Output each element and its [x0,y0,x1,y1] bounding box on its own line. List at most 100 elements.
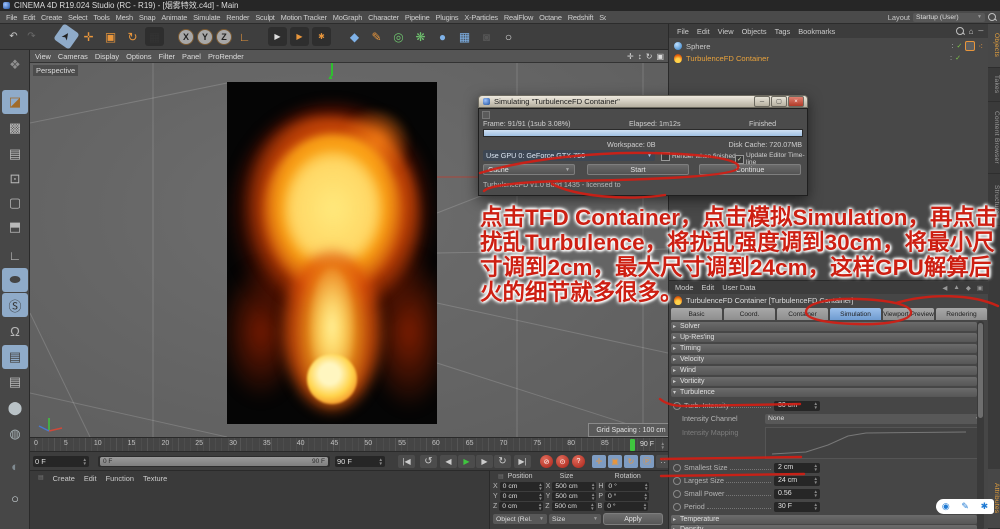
add-field-button[interactable]: ● [433,27,452,46]
scale-tool[interactable]: ▣ [101,27,120,46]
redo-button[interactable]: ↷ [24,27,39,46]
menu-file[interactable]: File [6,13,17,22]
intensity-channel-dropdown[interactable]: None ▼ [765,413,983,424]
small-power-field[interactable]: 0.56 [774,488,820,499]
section-velocity[interactable]: Velocity [671,355,977,364]
lock-y-axis-button[interactable]: Y [197,28,213,45]
capture-pen-icon[interactable]: ✎ [961,501,969,512]
tab-content-browser[interactable]: Content Browser [988,102,1000,174]
viewport-menu-panel[interactable]: Panel [182,52,201,61]
om-menu-edit[interactable]: Edit [697,27,710,36]
play-backwards-button[interactable]: ↺ [420,455,437,468]
menu-edit[interactable]: Edit [23,13,35,22]
menu-snap[interactable]: Snap [139,13,156,22]
last-tool-icon[interactable]: ▦ [145,27,164,46]
previous-frame-button[interactable]: ◀ [440,455,457,468]
object-name[interactable]: TurbulenceFD Container [686,54,769,63]
menu-redshift[interactable]: Redshift [568,13,594,22]
menu-script[interactable]: Script [599,13,606,22]
material-menu-create[interactable]: Create [53,474,75,483]
turb-intensity-field[interactable]: 30 cm [774,400,820,411]
section-turbulence[interactable]: Turbulence [671,388,977,397]
period-field[interactable]: 30 F [774,501,820,512]
live-selection-tool[interactable]: ➤ [53,23,80,50]
zoom-view-icon[interactable]: ↕ [638,52,642,61]
size-z-field[interactable]: 500 cm [551,502,596,511]
viewport-menu-prorender[interactable]: ProRender [208,52,244,61]
enabled-check-icon[interactable]: ✓ [956,42,962,50]
tfd-emitter-tag-icon[interactable] [965,41,976,51]
add-deformer-button[interactable]: ❋ [411,27,430,46]
workplane-options-icon[interactable]: ▤ [2,370,28,394]
add-generator-button[interactable]: ◎ [389,27,408,46]
playhead[interactable] [630,439,635,451]
viewport-menu-view[interactable]: View [35,52,51,61]
loop-button[interactable]: ↻ [494,455,511,468]
magnet-snap-icon[interactable]: Ω [2,319,28,343]
tab-takes[interactable]: Takes [988,68,1000,102]
size-y-field[interactable]: 500 cm [552,492,597,501]
om-minus-icon[interactable]: ─ [978,28,983,35]
size-mode-dropdown[interactable]: Size ▼ [549,514,601,524]
om-menu-tags[interactable]: Tags [775,27,791,36]
material-menu-texture[interactable]: Texture [143,474,167,483]
toggle-view-icon[interactable]: ▣ [656,52,664,61]
object-name[interactable]: Sphere [686,42,711,51]
range-end-field[interactable]: 90 F [335,456,385,467]
material-menu-edit[interactable]: Edit [84,474,97,483]
om-search-icon[interactable] [955,27,964,35]
tab-basic[interactable]: Basic [671,308,722,320]
dialog-maximize-button[interactable]: ▢ [771,96,787,107]
render-settings-button[interactable]: ✱ [312,27,331,46]
record-keyframe-button[interactable]: ⊘ [540,455,553,468]
viewport-menu-filter[interactable]: Filter [159,52,175,61]
dialog-minimize-button[interactable]: ─ [754,96,770,107]
viewport-menu-cameras[interactable]: Cameras [58,52,88,61]
timeline-ruler[interactable]: 05 10 15 20 25 30 35 40 45 50 55 60 65 70 75 80… [30,437,668,452]
start-button[interactable]: Start [587,164,689,175]
capture-settings-icon[interactable]: ✱ [981,501,989,512]
lock-x-axis-button[interactable]: X [178,28,194,45]
section-vorticity[interactable]: Vorticity [671,377,977,386]
dialog-title-bar[interactable]: Simulating "TurbulenceFD Container" ─ ▢ … [478,95,808,108]
apply-button[interactable]: Apply [603,513,663,525]
material-sphere2-icon[interactable]: ◍ [2,422,28,446]
points-mode-icon[interactable]: ⊡ [2,167,28,191]
menu-tools[interactable]: Tools [93,13,109,22]
tab-objects[interactable]: Objects [988,24,1000,68]
add-camera-button[interactable]: ◙ [477,27,496,46]
layout-dropdown[interactable]: Startup (User) ▼ [913,12,985,22]
lock-workplane-icon[interactable]: ▤ [2,345,28,369]
menu-create[interactable]: Create [41,13,62,22]
size-x-field[interactable]: 500 cm [552,482,597,491]
menu-pipeline[interactable]: Pipeline [405,13,430,22]
render-view-button[interactable]: ▶ [268,27,287,46]
menu-plugins[interactable]: Plugins [436,13,459,22]
play-button[interactable]: ▶ [458,455,475,468]
add-spline-button[interactable]: ✎ [367,27,386,46]
coordinate-system-button[interactable]: ∟ [235,27,254,46]
undo-button[interactable]: ↶ [6,27,21,46]
section-density[interactable]: Density [671,525,977,529]
intensity-mapping-curve[interactable] [765,427,979,459]
menu-simulate[interactable]: Simulate [193,13,220,22]
tab-container[interactable]: Container [777,308,828,320]
goto-end-button[interactable]: ▶| [514,455,531,468]
menu-character[interactable]: Character [368,13,399,22]
menu-realflow[interactable]: RealFlow [504,13,533,22]
material-menu-function[interactable]: Function [106,474,134,483]
om-menu-bookmarks[interactable]: Bookmarks [798,27,835,36]
preview-range-bar[interactable]: 0 F 90 F [98,456,330,467]
tab-rendering[interactable]: Rendering [936,308,987,320]
add-floor-button[interactable]: ▦ [455,27,474,46]
snap-settings-icon[interactable]: Ⓢ [2,293,28,317]
polygons-mode-icon[interactable]: ⬒ [2,215,28,239]
dialog-close-button[interactable]: × [788,96,804,107]
cache-dropdown[interactable]: Cache ▼ [483,164,575,175]
visibility-dots-icon[interactable]: ∶ [950,54,952,63]
material-sphere4-icon[interactable]: ○ [2,486,28,510]
gpu-dropdown[interactable]: Use GPU 0: GeForce GTX 750 ▼ [483,150,655,161]
pan-view-icon[interactable]: ✛ [627,52,634,61]
rot-p-field[interactable]: 0 ° [605,492,650,501]
goto-start-button[interactable]: |◀ [398,455,415,468]
